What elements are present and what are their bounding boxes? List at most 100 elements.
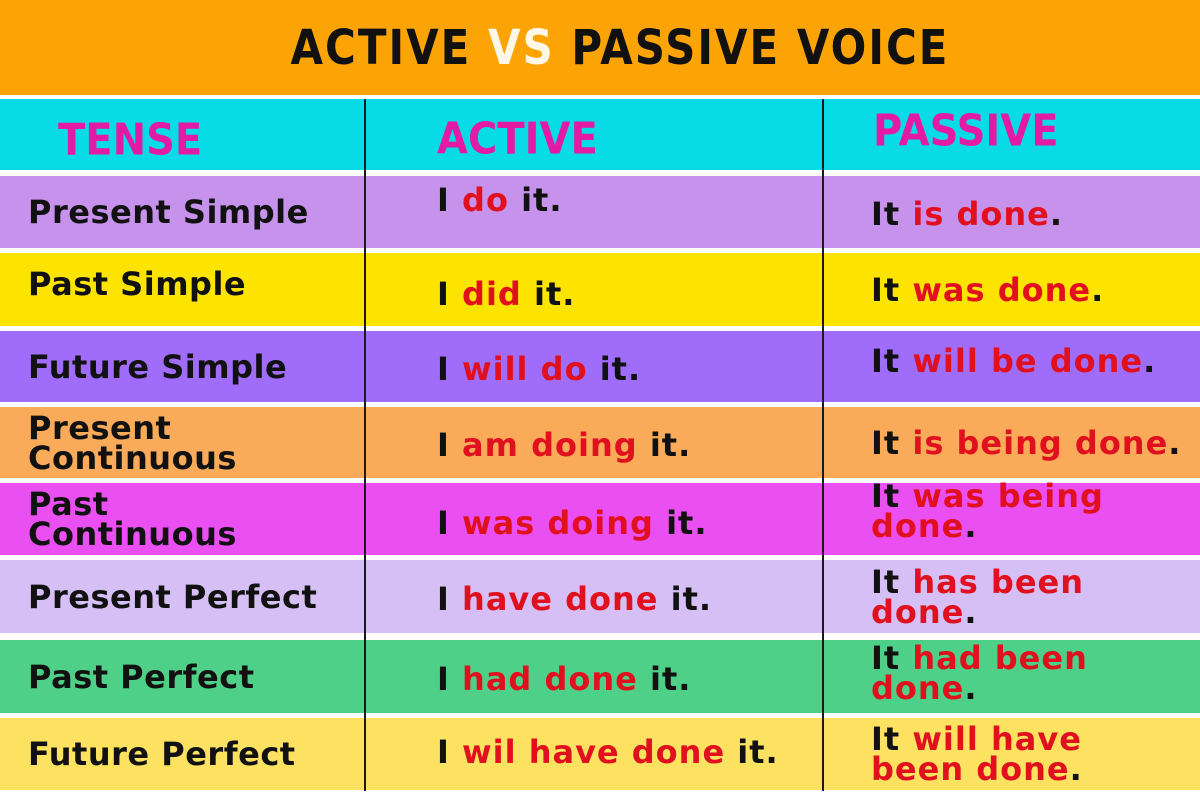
- active-sentence: I did it.: [437, 278, 575, 310]
- active-subject: I: [437, 579, 450, 618]
- tense-label: Future Perfect: [28, 735, 296, 773]
- passive-ending: .: [1168, 423, 1182, 462]
- passive-cell: It was done.: [823, 253, 1200, 326]
- tense-label: Past Perfect: [28, 657, 255, 696]
- active-verb-phrase: do: [462, 181, 509, 219]
- passive-sentence: It was being done.: [871, 480, 1200, 542]
- passive-verb-phrase: had been done: [871, 638, 1088, 707]
- tense-label: Present Continuous: [28, 408, 237, 477]
- title-active: ACTIVE: [290, 19, 472, 76]
- tense-label: Past Continuous: [28, 485, 237, 553]
- active-subject: I: [437, 659, 450, 698]
- passive-ending: .: [1069, 750, 1083, 788]
- passive-verb-phrase: was being done: [871, 477, 1104, 545]
- title-vs: VS: [487, 19, 555, 76]
- tense-cell: Past Simple: [0, 253, 364, 326]
- passive-verb-phrase: is done: [912, 195, 1050, 233]
- active-ending: it.: [737, 733, 779, 771]
- active-verb-phrase: am doing: [462, 425, 638, 464]
- active-verb-phrase: had done: [462, 659, 638, 698]
- active-subject: I: [437, 733, 450, 771]
- active-cell: I am doing it.: [365, 407, 822, 478]
- passive-cell: It will be done.: [823, 331, 1200, 402]
- active-ending: it.: [533, 274, 576, 313]
- active-ending: it.: [649, 425, 692, 464]
- table-row: Past Continuous I was doing it. It was bei…: [0, 480, 1200, 555]
- active-sentence: I had done it.: [437, 663, 691, 695]
- tense-cell: Past Continuous: [0, 483, 364, 555]
- header-active: ACTIVE: [437, 113, 598, 164]
- column-divider-1: [364, 99, 366, 791]
- tense-cell: Future Simple: [0, 331, 364, 402]
- tense-cell: Future Perfect: [0, 718, 364, 790]
- table-row: Past Simple I did it. It was done.: [0, 253, 1200, 326]
- active-subject: I: [437, 504, 450, 542]
- active-verb-phrase: did: [462, 274, 522, 313]
- passive-sentence: It is done.: [871, 198, 1063, 230]
- active-ending: it.: [649, 659, 692, 698]
- tense-cell: Present Perfect: [0, 560, 364, 633]
- active-ending: it.: [599, 349, 642, 388]
- header-active-cell: ACTIVE: [365, 99, 822, 170]
- active-cell: I do it.: [365, 176, 822, 248]
- passive-ending: .: [964, 668, 978, 707]
- table-row: Future Simple I will do it. It will be don…: [0, 331, 1200, 402]
- passive-ending: .: [1143, 341, 1157, 380]
- passive-subject: It: [871, 341, 901, 380]
- tense-cell: Past Perfect: [0, 640, 364, 713]
- passive-verb-phrase: was done: [912, 270, 1092, 309]
- passive-sentence: It was done.: [871, 274, 1104, 306]
- active-sentence: I wil have done it.: [437, 736, 779, 768]
- passive-sentence: It is being done.: [871, 427, 1181, 459]
- page-title: ACTIVE VS PASSIVE VOICE: [251, 19, 950, 75]
- active-verb-phrase: wil have done: [462, 733, 726, 771]
- table-row: Present Simple I do it. It is done.: [0, 176, 1200, 248]
- active-ending: it.: [666, 504, 708, 542]
- tense-label: Present Perfect: [28, 577, 318, 616]
- active-cell: I will do it.: [365, 331, 822, 402]
- passive-cell: It had been done.: [823, 640, 1200, 713]
- active-cell: I wil have done it.: [365, 718, 822, 790]
- active-cell: I had done it.: [365, 640, 822, 713]
- active-sentence: I was doing it.: [437, 507, 708, 539]
- active-ending: it.: [521, 181, 563, 219]
- passive-ending: .: [964, 592, 978, 631]
- active-sentence: I do it.: [437, 184, 563, 216]
- title-banner: ACTIVE VS PASSIVE VOICE: [0, 0, 1200, 95]
- column-divider-2: [822, 99, 824, 791]
- header-passive: PASSIVE: [873, 105, 1059, 156]
- tense-cell: Present Simple: [0, 176, 364, 248]
- tense-label: Future Simple: [28, 347, 288, 386]
- passive-ending: .: [964, 507, 978, 545]
- table-row: Present Perfect I have done it. It has bee…: [0, 560, 1200, 633]
- header-passive-cell: PASSIVE: [823, 99, 1200, 170]
- active-sentence: I am doing it.: [437, 429, 691, 461]
- passive-sentence: It has been done.: [871, 566, 1200, 628]
- active-subject: I: [437, 349, 450, 388]
- active-cell: I did it.: [365, 253, 822, 326]
- active-ending: it.: [670, 579, 713, 618]
- active-subject: I: [437, 425, 450, 464]
- active-sentence: I have done it.: [437, 583, 712, 615]
- active-cell: I have done it.: [365, 560, 822, 633]
- passive-cell: It is done.: [823, 176, 1200, 248]
- passive-subject: It: [871, 195, 901, 233]
- passive-sentence: It will be done.: [871, 345, 1156, 377]
- table-header-row: TENSE ACTIVE PASSIVE: [0, 99, 1200, 170]
- header-tense: TENSE: [58, 114, 203, 165]
- active-subject: I: [437, 181, 450, 219]
- title-passive-voice: PASSIVE VOICE: [571, 19, 950, 76]
- tense-label: Past Simple: [28, 264, 247, 303]
- passive-cell: It will have been done.: [823, 718, 1200, 790]
- active-verb-phrase: have done: [462, 579, 659, 618]
- table-row: Future Perfect I wil have done it. It will…: [0, 718, 1200, 790]
- active-verb-phrase: will do: [462, 349, 588, 388]
- passive-verb-phrase: will have been done: [871, 720, 1082, 788]
- passive-subject: It: [871, 270, 901, 309]
- passive-sentence: It will have been done.: [871, 723, 1171, 785]
- active-sentence: I will do it.: [437, 353, 641, 385]
- passive-cell: It has been done.: [823, 560, 1200, 633]
- passive-ending: .: [1091, 270, 1105, 309]
- active-subject: I: [437, 274, 450, 313]
- passive-ending: .: [1049, 195, 1064, 233]
